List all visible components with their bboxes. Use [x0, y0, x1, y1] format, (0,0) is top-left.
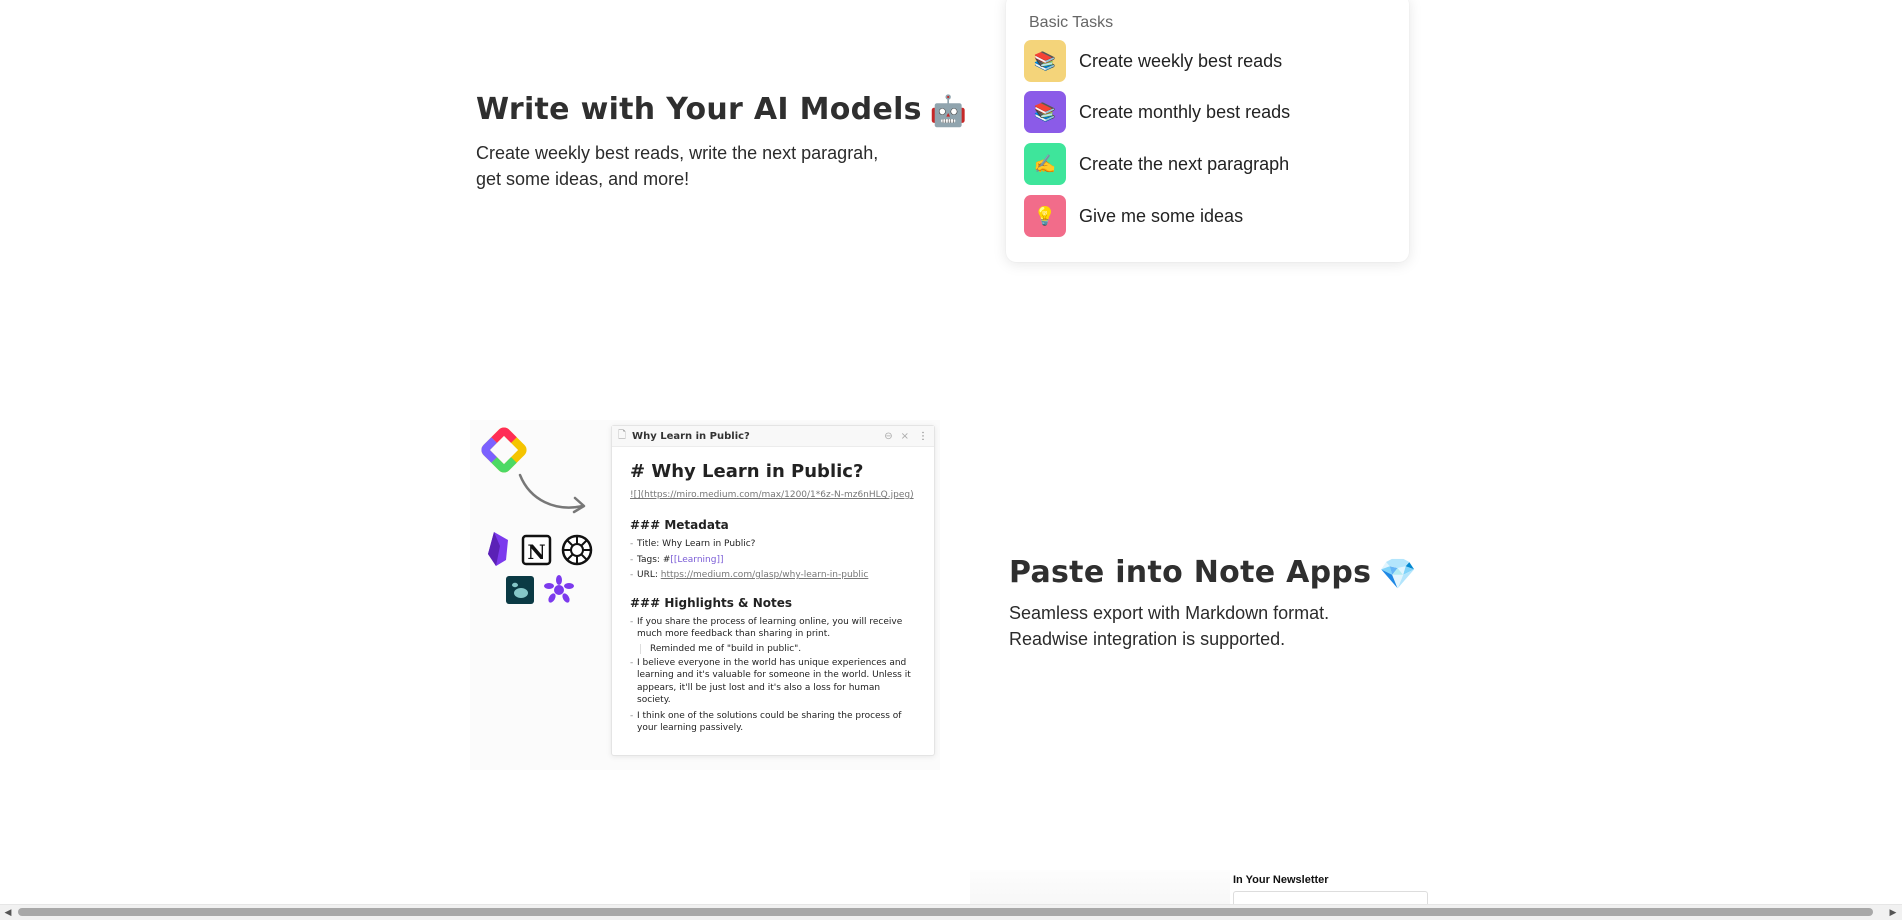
ai-section-heading: Write with Your AI Models 🤖 [476, 92, 968, 129]
more-options-icon[interactable]: ⋮ [918, 431, 928, 442]
basic-tasks-card: Basic Tasks 📚 Create weekly best reads 📚… [1006, 0, 1409, 262]
task-label: Create monthly best reads [1079, 101, 1291, 122]
note-meta-title: Title: Why Learn in Public? [630, 538, 916, 551]
note-meta-tags: Tags: #[[Learning]] [630, 554, 916, 567]
task-create-monthly-best-reads[interactable]: 📚 Create monthly best reads [1024, 90, 1394, 134]
writing-hand-icon: ✍️ [1024, 143, 1066, 185]
horizontal-scrollbar[interactable]: ◀ ▶ [0, 904, 1902, 920]
export-section-heading: Paste into Note Apps 💎 [1009, 555, 1417, 592]
ai-subtitle-line1: Create weekly best reads, write the next… [476, 143, 879, 163]
note-highlight-comment: Reminded me of "build in public". [640, 643, 916, 654]
notion-icon: N [521, 534, 552, 566]
obsidian-icon [488, 532, 508, 566]
note-meta-url: URL: https://medium.com/glasp/why-learn-… [630, 569, 916, 582]
note-image-link: ![](https://miro.medium.com/max/1200/1*6… [630, 490, 914, 500]
note-tab-title: Why Learn in Public? [632, 430, 750, 442]
export-subtitle-line2: Readwise integration is supported. [1009, 629, 1286, 649]
file-icon: 🗋 [618, 429, 627, 441]
note-tab-bar: 🗋 Why Learn in Public? ⊖ × ⋮ [612, 426, 934, 447]
export-section-subtitle: Seamless export with Markdown format. Re… [1009, 600, 1329, 652]
task-give-me-some-ideas[interactable]: 💡 Give me some ideas [1024, 194, 1394, 238]
tags-prefix: Tags: # [637, 554, 671, 565]
basic-tasks-title: Basic Tasks [1029, 14, 1114, 31]
export-subtitle-line1: Seamless export with Markdown format. [1009, 603, 1330, 623]
scroll-right-arrow-icon[interactable]: ▶ [1887, 907, 1899, 918]
scrollbar-thumb[interactable] [18, 908, 1873, 916]
link-icon[interactable]: ⊖ [884, 431, 892, 442]
roam-research-icon [561, 534, 593, 566]
url-link[interactable]: https://medium.com/glasp/why-learn-in-pu… [661, 570, 869, 580]
craft-icon [544, 575, 574, 603]
note-body: # Why Learn in Public? ![](https://miro.… [612, 447, 934, 735]
note-highlight: If you share the process of learning onl… [630, 616, 916, 641]
scroll-left-arrow-icon[interactable]: ◀ [2, 907, 14, 918]
arrow-icon [518, 473, 586, 514]
logseq-icon [506, 576, 534, 604]
books-icon: 📚 [1024, 91, 1066, 133]
glasp-logo-icon [481, 427, 527, 473]
note-highlights-heading: ### Highlights & Notes [630, 595, 792, 610]
lightbulb-icon: 💡 [1024, 195, 1066, 237]
task-create-next-paragraph[interactable]: ✍️ Create the next paragraph [1024, 142, 1394, 186]
robot-icon: 🤖 [929, 94, 968, 129]
note-highlight: I believe everyone in the world has uniq… [630, 657, 916, 707]
task-label: Give me some ideas [1079, 205, 1244, 226]
books-icon: 📚 [1024, 40, 1066, 82]
url-prefix: URL: [637, 570, 661, 580]
note-metadata-heading: ### Metadata [630, 518, 729, 532]
note-highlight: I think one of the solutions could be sh… [630, 710, 916, 735]
task-label: Create the next paragraph [1079, 153, 1290, 174]
close-icon[interactable]: × [901, 431, 909, 442]
note-h1: # Why Learn in Public? [630, 461, 864, 482]
export-heading-text: Paste into Note Apps [1009, 555, 1372, 590]
task-label: Create weekly best reads [1079, 50, 1283, 71]
markdown-note-preview: 🗋 Why Learn in Public? ⊖ × ⋮ # Why Learn… [611, 425, 935, 756]
ai-subtitle-line2: get some ideas, and more! [476, 169, 690, 189]
tag-link[interactable]: [[Learning]] [670, 555, 723, 565]
ai-heading-text: Write with Your AI Models [476, 92, 922, 127]
newsletter-title: In Your Newsletter [1233, 874, 1329, 886]
gem-icon: 💎 [1379, 557, 1417, 592]
task-create-weekly-best-reads[interactable]: 📚 Create weekly best reads [1024, 39, 1394, 83]
ai-section-subtitle: Create weekly best reads, write the next… [476, 140, 878, 192]
svg-text:N: N [527, 540, 545, 564]
